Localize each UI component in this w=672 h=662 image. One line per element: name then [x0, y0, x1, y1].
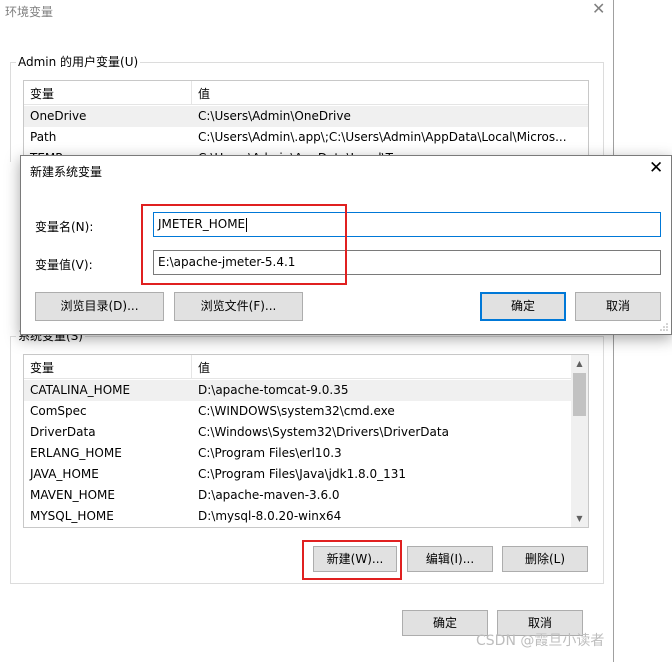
list-item[interactable]: ERLANG_HOME C:\Program Files\erl10.3 [24, 443, 571, 464]
system-variables-list[interactable]: 变量 值 CATALINA_HOME D:\apache-tomcat-9.0.… [23, 354, 589, 528]
close-icon[interactable]: ✕ [592, 1, 606, 17]
scroll-down-icon[interactable]: ▼ [571, 510, 588, 527]
variable-name: OneDrive [30, 109, 87, 123]
dialog-cancel-button[interactable]: 取消 [575, 292, 661, 321]
dialog-ok-button[interactable]: 确定 [480, 292, 566, 321]
variable-value: D:\mysql-8.0.20-winx64 [198, 509, 342, 523]
variable-value-label: 变量值(V): [35, 258, 93, 272]
variable-value: C:\Users\Admin\.app\;C:\Users\Admin\AppD… [198, 130, 567, 144]
vertical-scrollbar[interactable]: ▲ ▼ [571, 355, 588, 527]
delete-variable-button[interactable]: 删除(L) [502, 546, 588, 572]
scroll-thumb[interactable] [573, 373, 586, 416]
variable-value: C:\Windows\System32\Drivers\DriverData [198, 425, 449, 439]
close-icon[interactable]: ✕ [649, 160, 663, 177]
list-item[interactable]: MYSQL_HOME D:\mysql-8.0.20-winx64 [24, 506, 571, 527]
column-header-value[interactable]: 值 [198, 85, 210, 102]
variable-value: C:\Program Files\erl10.3 [198, 446, 342, 460]
scroll-up-icon[interactable]: ▲ [571, 355, 588, 372]
variable-value: C:\WINDOWS\system32\cmd.exe [198, 404, 395, 418]
browse-file-button[interactable]: 浏览文件(F)... [174, 292, 303, 321]
column-header-value[interactable]: 值 [198, 359, 210, 376]
variable-name: JAVA_HOME [30, 467, 99, 481]
column-header-variable[interactable]: 变量 [30, 85, 54, 102]
variable-name: Path [30, 130, 57, 144]
dialog-title: 新建系统变量 [30, 165, 103, 179]
list-item[interactable]: DriverData C:\Windows\System32\Drivers\D… [24, 422, 571, 443]
list-item[interactable]: JAVA_HOME C:\Program Files\Java\jdk1.8.0… [24, 464, 571, 485]
list-item[interactable]: ComSpec C:\WINDOWS\system32\cmd.exe [24, 401, 571, 422]
window-title: 环境变量 [5, 5, 54, 19]
variable-value: C:\Users\Admin\OneDrive [198, 109, 351, 123]
browse-directory-button[interactable]: 浏览目录(D)... [35, 292, 164, 321]
variable-name: CATALINA_HOME [30, 383, 131, 397]
variable-name: DriverData [30, 425, 96, 439]
list-item[interactable]: MAVEN_HOME D:\apache-maven-3.6.0 [24, 485, 571, 506]
list-header: 变量 值 [24, 81, 588, 105]
resize-grip-icon[interactable] [659, 322, 669, 332]
variable-value: C:\Program Files\Java\jdk1.8.0_131 [198, 467, 407, 481]
variable-value: D:\apache-tomcat-9.0.35 [198, 383, 349, 397]
edit-variable-button[interactable]: 编辑(I)... [407, 546, 493, 572]
variable-name: ERLANG_HOME [30, 446, 122, 460]
variable-name: ComSpec [30, 404, 87, 418]
user-variables-label: Admin 的用户变量(U) [16, 53, 141, 70]
list-item[interactable]: OneDrive C:\Users\Admin\OneDrive [24, 106, 588, 127]
watermark: CSDN @霞旦小读者 [476, 633, 605, 649]
variable-name-label: 变量名(N): [35, 220, 94, 234]
column-header-variable[interactable]: 变量 [30, 359, 54, 376]
list-header: 变量 值 [24, 355, 588, 379]
highlight-box-inputs [141, 204, 347, 285]
new-system-variable-dialog: 新建系统变量 ✕ 变量名(N): JMETER_HOME 变量值(V): E:\… [20, 155, 672, 335]
list-item[interactable]: Path C:\Users\Admin\.app\;C:\Users\Admin… [24, 127, 588, 148]
list-item[interactable]: CATALINA_HOME D:\apache-tomcat-9.0.35 [24, 380, 571, 401]
variable-name: MAVEN_HOME [30, 488, 115, 502]
user-variables-list[interactable]: 变量 值 OneDrive C:\Users\Admin\OneDrive Pa… [23, 80, 589, 160]
highlight-box-new-button [302, 540, 402, 580]
variable-value: D:\apache-maven-3.6.0 [198, 488, 340, 502]
variable-name: MYSQL_HOME [30, 509, 114, 523]
